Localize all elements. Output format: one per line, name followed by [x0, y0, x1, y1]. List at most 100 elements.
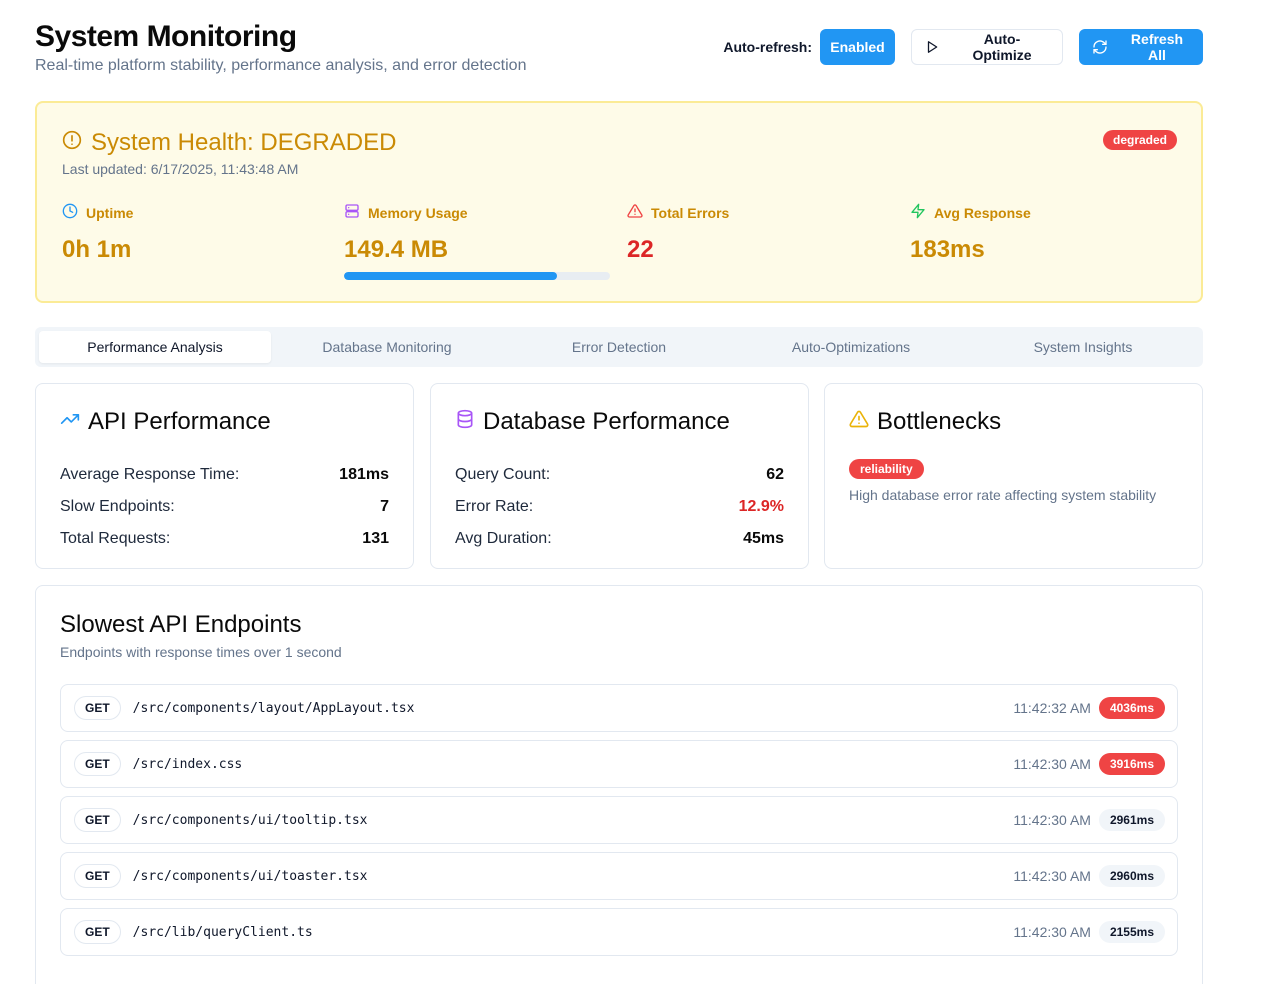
- system-health-card: System Health: DEGRADED Last updated: 6/…: [35, 101, 1203, 303]
- endpoint-row[interactable]: GET/src/components/ui/toaster.tsx 11:42:3…: [60, 852, 1178, 900]
- http-method-badge: GET: [74, 864, 121, 888]
- bottlenecks-title: Bottlenecks: [849, 408, 1001, 436]
- last-updated: Last updated: 6/17/2025, 11:43:48 AM: [62, 161, 299, 177]
- database-performance-title-text: Database Performance: [483, 408, 730, 435]
- endpoint-timestamp: 11:42:30 AM: [1013, 868, 1091, 884]
- memory-label: Memory Usage: [344, 203, 614, 222]
- endpoint-path: /src/components/layout/AppLayout.tsx: [132, 700, 415, 716]
- auto-refresh-toggle[interactable]: Enabled: [820, 29, 895, 65]
- api-performance-rows: Average Response Time: 181ms Slow Endpoi…: [60, 459, 389, 555]
- errors-metric: Total Errors 22: [627, 203, 897, 264]
- response-label: Avg Response: [910, 203, 1180, 222]
- endpoint-row[interactable]: GET/src/components/ui/tooltip.tsx 11:42:3…: [60, 796, 1178, 844]
- api-row-value: 181ms: [339, 466, 389, 483]
- memory-label-text: Memory Usage: [368, 204, 468, 221]
- slowest-endpoints-subtitle: Endpoints with response times over 1 sec…: [60, 644, 342, 660]
- db-row-avg-duration: Avg Duration: 45ms: [455, 523, 784, 555]
- slowest-endpoints-title: Slowest API Endpoints: [60, 611, 302, 638]
- db-row-value: 12.9%: [738, 498, 784, 515]
- api-row-label: Slow Endpoints:: [60, 498, 175, 515]
- api-row-value: 131: [362, 530, 389, 547]
- health-title: System Health: DEGRADED: [62, 129, 396, 157]
- uptime-label-text: Uptime: [86, 204, 134, 221]
- http-method-badge: GET: [74, 752, 121, 776]
- clock-icon: [62, 203, 78, 222]
- endpoint-meta: 11:42:30 AM 3916ms: [1013, 741, 1165, 787]
- database-performance-title: Database Performance: [455, 408, 730, 436]
- play-icon: [925, 40, 939, 54]
- api-row-slow-endpoints: Slow Endpoints: 7: [60, 491, 389, 523]
- bottleneck-category-badge: reliability: [849, 459, 924, 479]
- errors-value: 22: [627, 236, 654, 263]
- database-performance-card: Database Performance Query Count: 62 Err…: [430, 383, 809, 569]
- zap-icon: [910, 203, 926, 222]
- api-row-total-requests: Total Requests: 131: [60, 523, 389, 555]
- page-title: System Monitoring: [35, 20, 297, 53]
- endpoint-row[interactable]: GET/src/index.css 11:42:30 AM 3916ms: [60, 740, 1178, 788]
- response-value: 183ms: [910, 236, 985, 263]
- tab-performance-analysis[interactable]: Performance Analysis: [39, 331, 271, 363]
- memory-icon: [344, 203, 360, 222]
- db-row-value: 45ms: [743, 530, 784, 547]
- endpoint-timestamp: 11:42:30 AM: [1013, 756, 1091, 772]
- endpoint-timestamp: 11:42:30 AM: [1013, 924, 1091, 940]
- duration-badge: 4036ms: [1098, 697, 1165, 719]
- database-performance-rows: Query Count: 62 Error Rate: 12.9% Avg Du…: [455, 459, 784, 555]
- response-label-text: Avg Response: [934, 204, 1031, 221]
- tab-error-detection[interactable]: Error Detection: [503, 331, 735, 363]
- memory-metric: Memory Usage 149.4 MB: [344, 203, 614, 280]
- db-row-label: Query Count:: [455, 466, 551, 483]
- alert-circle-icon: [62, 129, 82, 157]
- db-row-label: Avg Duration:: [455, 530, 552, 547]
- health-title-text: System Health: DEGRADED: [91, 129, 397, 156]
- endpoint-row[interactable]: GET/src/lib/queryClient.ts 11:42:30 AM 215…: [60, 908, 1178, 956]
- db-row-value: 62: [766, 466, 784, 483]
- auto-optimize-label: Auto-Optimize: [972, 31, 1032, 63]
- trending-up-icon: [60, 408, 80, 436]
- status-badge: degraded: [1102, 130, 1177, 150]
- http-method-badge: GET: [74, 696, 121, 720]
- duration-badge: 2960ms: [1098, 865, 1165, 887]
- http-method-badge: GET: [74, 920, 121, 944]
- warning-triangle-icon: [627, 203, 643, 222]
- auto-refresh-label: Auto-refresh:: [723, 39, 812, 55]
- api-row-avg-response: Average Response Time: 181ms: [60, 459, 389, 491]
- system-monitoring-page: System Monitoring Real-time platform sta…: [0, 0, 1283, 984]
- endpoint-meta: 11:42:30 AM 2961ms: [1013, 797, 1165, 843]
- warning-triangle-icon: [849, 408, 869, 436]
- uptime-metric: Uptime 0h 1m: [62, 203, 332, 264]
- bottlenecks-card: Bottlenecks reliability High database er…: [824, 383, 1203, 569]
- header-actions: Auto-refresh: Enabled Auto-Optimize Refr…: [723, 29, 1203, 65]
- duration-badge: 2961ms: [1098, 809, 1165, 831]
- endpoint-meta: 11:42:30 AM 2960ms: [1013, 853, 1165, 899]
- database-icon: [455, 408, 475, 436]
- uptime-label: Uptime: [62, 203, 332, 222]
- db-row-error-rate: Error Rate: 12.9%: [455, 491, 784, 523]
- api-row-value: 7: [380, 498, 389, 515]
- db-row-query-count: Query Count: 62: [455, 459, 784, 491]
- page-subtitle: Real-time platform stability, performanc…: [35, 57, 527, 74]
- auto-optimize-button[interactable]: Auto-Optimize: [911, 29, 1063, 65]
- errors-label: Total Errors: [627, 203, 897, 222]
- endpoint-row[interactable]: GET/src/components/layout/AppLayout.tsx 1…: [60, 684, 1178, 732]
- endpoint-timestamp: 11:42:32 AM: [1013, 700, 1091, 716]
- api-row-label: Total Requests:: [60, 530, 171, 547]
- endpoint-path: /src/components/ui/tooltip.tsx: [132, 812, 368, 828]
- bottleneck-description: High database error rate affecting syste…: [849, 487, 1157, 503]
- refresh-all-button[interactable]: Refresh All: [1079, 29, 1203, 65]
- tab-system-insights[interactable]: System Insights: [967, 331, 1199, 363]
- response-metric: Avg Response 183ms: [910, 203, 1180, 264]
- slowest-endpoints-card: Slowest API Endpoints Endpoints with res…: [35, 585, 1203, 984]
- endpoint-meta: 11:42:30 AM 2155ms: [1013, 909, 1165, 955]
- tab-auto-optimizations[interactable]: Auto-Optimizations: [735, 331, 967, 363]
- endpoint-meta: 11:42:32 AM 4036ms: [1013, 685, 1165, 731]
- tab-database-monitoring[interactable]: Database Monitoring: [271, 331, 503, 363]
- endpoint-list: GET/src/components/layout/AppLayout.tsx 1…: [60, 684, 1178, 964]
- endpoint-path: /src/index.css: [132, 756, 243, 772]
- api-row-label: Average Response Time:: [60, 466, 240, 483]
- errors-label-text: Total Errors: [651, 204, 730, 221]
- page-header: System Monitoring Real-time platform sta…: [35, 20, 1203, 80]
- endpoint-path: /src/lib/queryClient.ts: [132, 924, 313, 940]
- duration-badge: 2155ms: [1098, 921, 1165, 943]
- endpoint-path: /src/components/ui/toaster.tsx: [132, 868, 368, 884]
